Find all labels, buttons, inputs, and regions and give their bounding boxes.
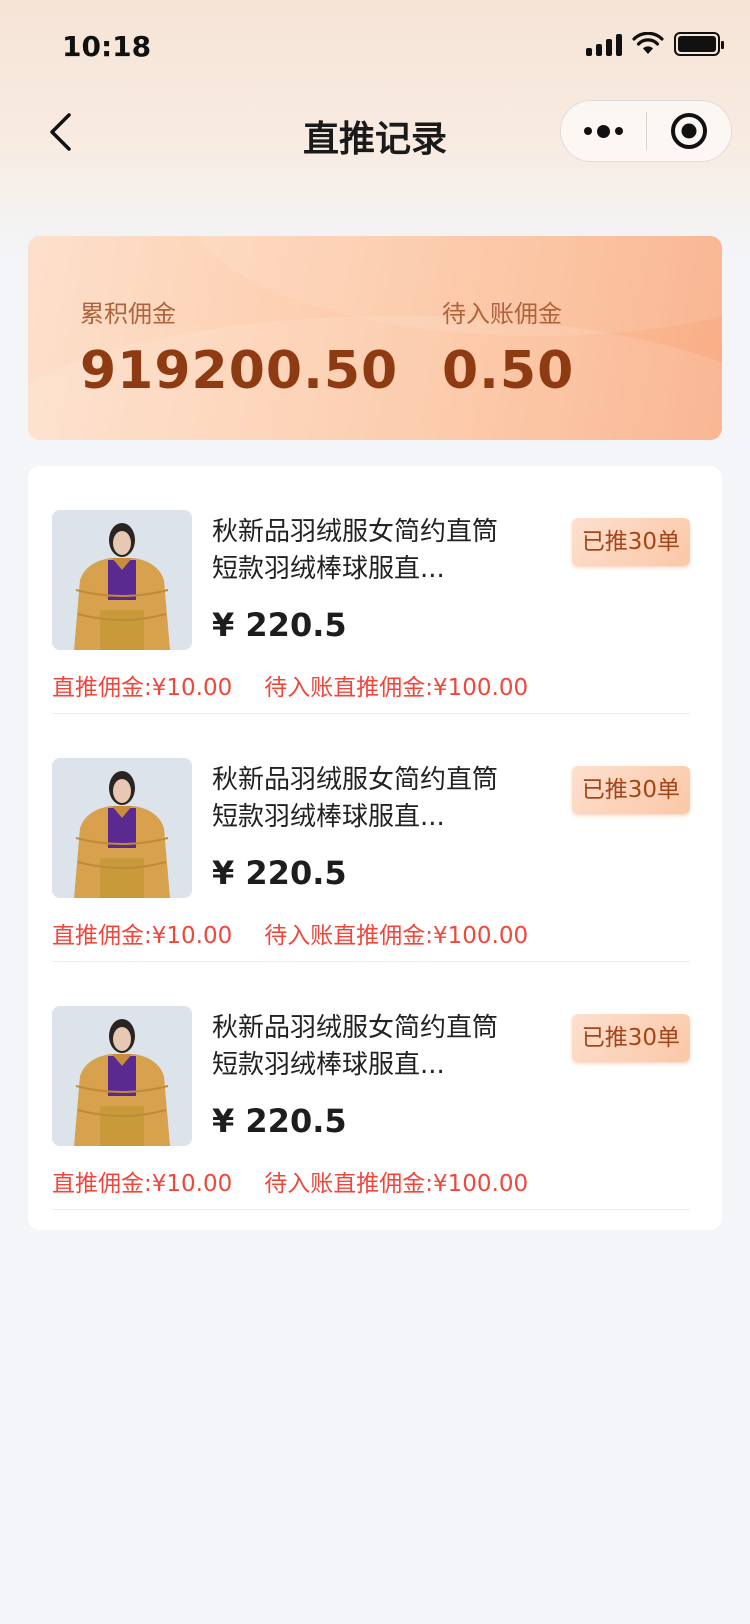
pending-commission-label: 待入账佣金 — [442, 300, 562, 328]
product-image — [52, 510, 192, 650]
total-commission-label: 累积佣金 — [80, 300, 176, 328]
product-title: 秋新品羽绒服女简约直筒短款羽绒棒球服直... — [212, 765, 499, 832]
target-icon — [670, 113, 707, 149]
divider — [52, 1209, 690, 1210]
product-price: ¥ 220.5 — [212, 1102, 347, 1140]
pending-direct-commission: 待入账直推佣金:¥100.00 — [264, 1171, 529, 1197]
list-item[interactable]: 秋新品羽绒服女简约直筒短款羽绒棒球服直... ¥ 220.5 已推30单 直推佣… — [52, 466, 690, 714]
cellular-signal-icon — [586, 32, 622, 56]
status-icons — [586, 32, 724, 56]
more-dots-icon — [583, 124, 623, 138]
list-item[interactable]: 秋新品羽绒服女简约直筒短款羽绒棒球服直... ¥ 220.5 已推30单 直推佣… — [52, 714, 690, 962]
status-time: 10:18 — [62, 30, 152, 63]
commission-row: 直推佣金:¥10.00 待入账直推佣金:¥100.00 — [52, 1164, 528, 1198]
wifi-icon — [632, 32, 664, 54]
total-commission-value: 919200.50 — [80, 341, 399, 401]
pushed-count-badge: 已推30单 — [571, 766, 690, 814]
product-price: ¥ 220.5 — [212, 606, 347, 644]
total-commission: 累积佣金 919200.50 — [80, 294, 398, 401]
product-title: 秋新品羽绒服女简约直筒短款羽绒棒球服直... — [212, 1013, 499, 1080]
nav-bar: 直推记录 — [0, 96, 750, 168]
status-bar: 10:18 — [0, 0, 750, 96]
pending-direct-commission: 待入账直推佣金:¥100.00 — [264, 675, 529, 701]
product-title: 秋新品羽绒服女简约直筒短款羽绒棒球服直... — [212, 517, 499, 584]
close-mini-program-button[interactable] — [647, 100, 732, 162]
product-image — [52, 1006, 192, 1146]
commission-row: 直推佣金:¥10.00 待入账直推佣金:¥100.00 — [52, 916, 528, 950]
direct-commission: 直推佣金:¥10.00 — [52, 923, 233, 949]
product-price: ¥ 220.5 — [212, 854, 347, 892]
pending-commission: 待入账佣金 0.50 — [442, 294, 574, 401]
mini-program-capsule — [560, 100, 732, 162]
direct-commission: 直推佣金:¥10.00 — [52, 1171, 233, 1197]
commission-summary-card: 累积佣金 919200.50 待入账佣金 0.50 — [28, 236, 722, 440]
page: 10:18 直推记录 累积佣金 919200.50 待入账佣金 0.50 秋新品… — [0, 0, 750, 1624]
pending-direct-commission: 待入账直推佣金:¥100.00 — [264, 923, 529, 949]
battery-icon — [674, 32, 724, 56]
commission-row: 直推佣金:¥10.00 待入账直推佣金:¥100.00 — [52, 668, 528, 702]
product-image — [52, 758, 192, 898]
pending-commission-value: 0.50 — [442, 341, 575, 401]
list-item[interactable]: 秋新品羽绒服女简约直筒短款羽绒棒球服直... ¥ 220.5 已推30单 直推佣… — [52, 962, 690, 1210]
direct-commission: 直推佣金:¥10.00 — [52, 675, 233, 701]
record-list: 秋新品羽绒服女简约直筒短款羽绒棒球服直... ¥ 220.5 已推30单 直推佣… — [28, 466, 722, 1230]
more-button[interactable] — [561, 100, 646, 162]
pushed-count-badge: 已推30单 — [571, 1014, 690, 1062]
pushed-count-badge: 已推30单 — [571, 518, 690, 566]
